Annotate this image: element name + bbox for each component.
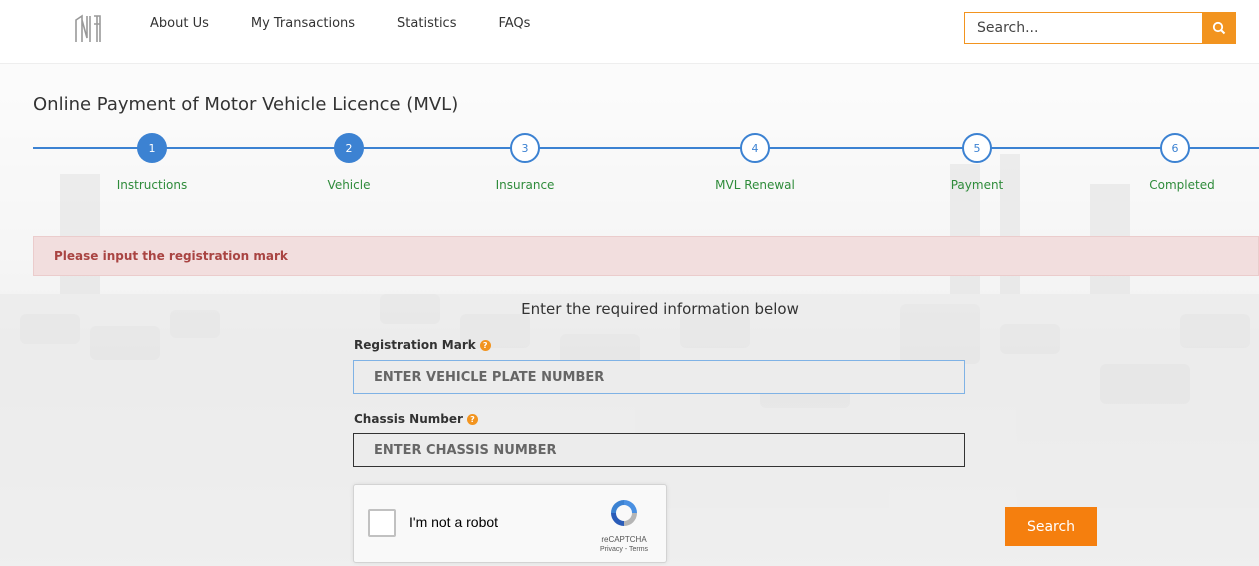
error-alert: Please input the registration mark [33,236,1259,276]
chassis-number-input[interactable] [353,433,965,467]
page-title: Online Payment of Motor Vehicle Licence … [33,94,459,115]
registration-mark-label: Registration Mark ? [354,338,491,352]
stepper-line [33,147,1259,149]
header-search [964,12,1236,44]
help-icon[interactable]: ? [466,413,478,425]
step-3-label: Insurance [495,178,555,192]
nav-faqs[interactable]: FAQs [498,16,530,31]
search-icon [1212,21,1226,35]
search-submit-button[interactable]: Search [1005,507,1097,546]
nav-my-transactions[interactable]: My Transactions [251,16,355,31]
top-header: About Us My Transactions Statistics FAQs [0,0,1259,64]
nav-statistics[interactable]: Statistics [397,16,456,31]
registration-mark-input[interactable] [353,360,965,394]
recaptcha-checkbox[interactable] [368,509,396,537]
main-nav: About Us My Transactions Statistics FAQs [150,16,572,31]
chassis-number-label-text: Chassis Number [354,412,463,426]
search-input[interactable] [964,12,1202,44]
recaptcha-brand: reCAPTCHA [601,535,647,544]
recaptcha-logo-icon [611,500,637,526]
step-4-label: MVL Renewal [715,178,795,192]
recaptcha-terms[interactable]: Privacy - Terms [584,546,664,553]
step-5-circle: 5 [962,133,992,163]
registration-mark-label-text: Registration Mark [354,338,476,352]
step-6-circle: 6 [1160,133,1190,163]
step-4-circle: 4 [740,133,770,163]
error-alert-message: Please input the registration mark [54,249,288,263]
help-icon[interactable]: ? [479,339,491,351]
step-5-label: Payment [950,178,1004,192]
nta-logo[interactable] [70,12,106,48]
step-2-label: Vehicle [327,178,371,192]
form-heading: Enter the required information below [521,300,799,318]
step-2-circle: 2 [334,133,364,163]
nav-about-us[interactable]: About Us [150,16,209,31]
recaptcha-widget: I'm not a robot reCAPTCHA Privacy - Term… [353,484,667,563]
recaptcha-label: I'm not a robot [409,514,499,530]
search-button[interactable] [1202,12,1236,44]
step-1-circle: 1 [137,133,167,163]
step-6-label: Completed [1149,178,1215,192]
chassis-number-label: Chassis Number ? [354,412,478,426]
step-1-label: Instructions [116,178,188,192]
step-3-circle: 3 [510,133,540,163]
